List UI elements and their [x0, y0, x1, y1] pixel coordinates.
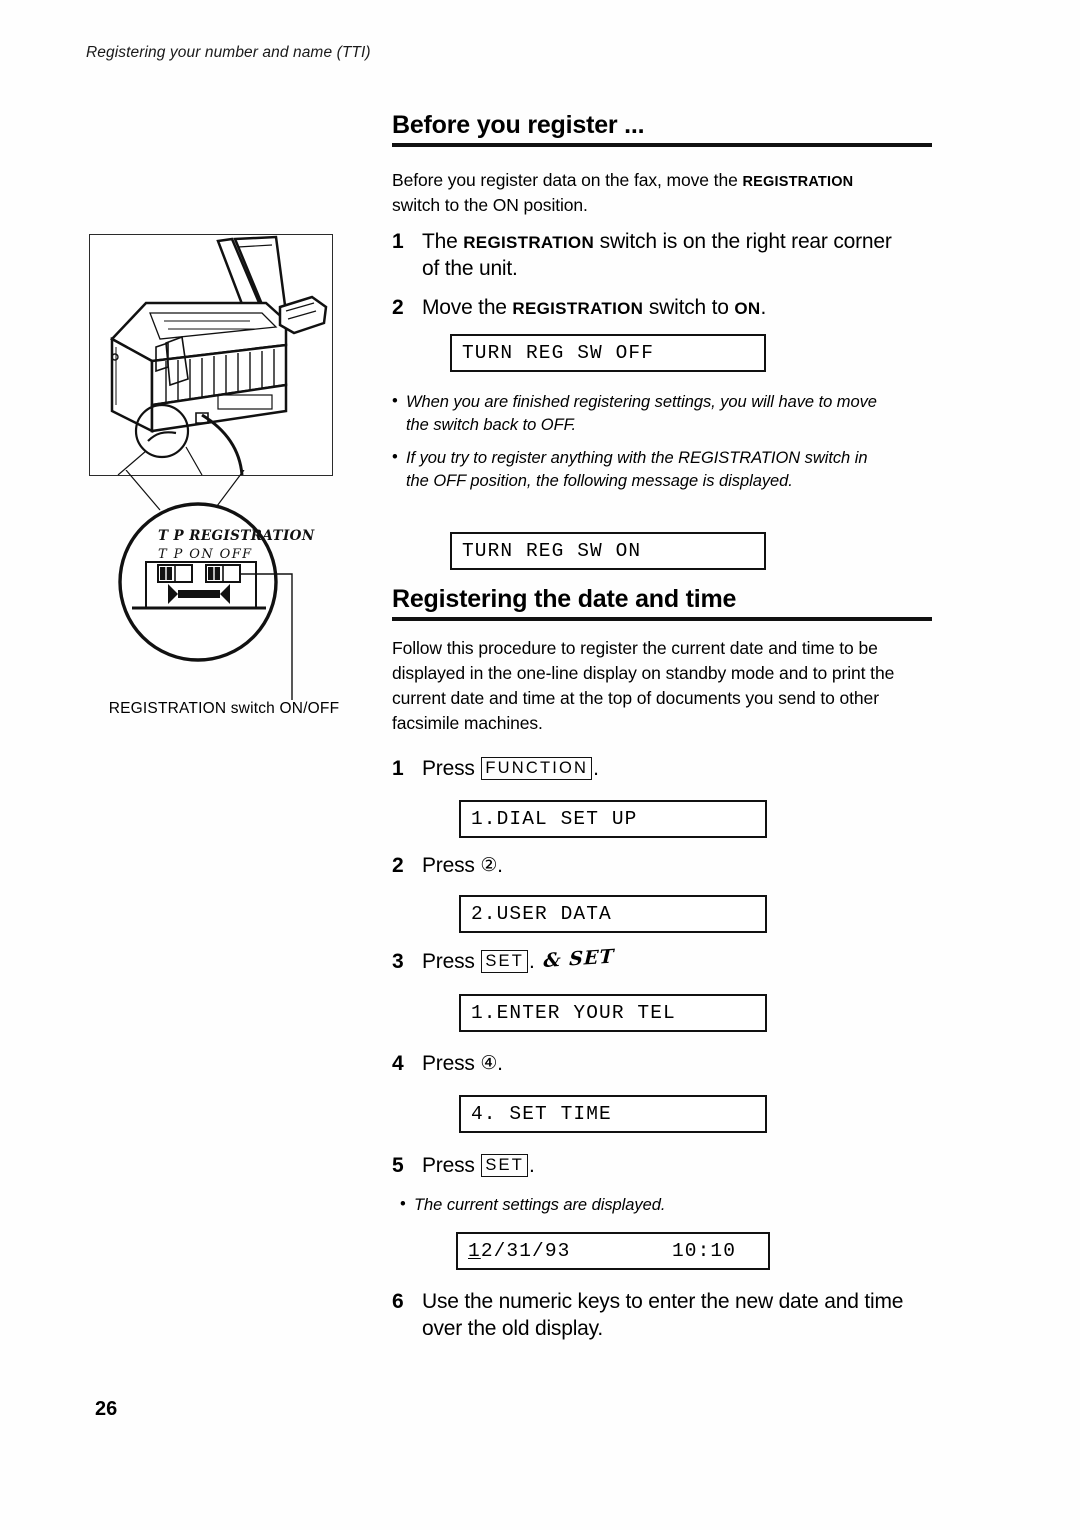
step-2-number: 2: [392, 296, 404, 319]
keycap-numeric-4[interactable]: ④: [480, 1052, 497, 1077]
fax-machine-illustration: [89, 234, 333, 476]
date-step-3-press-label: Press: [422, 950, 475, 973]
section1-intro-before: Before you register data on the fax, mov…: [392, 170, 743, 190]
date-step-5-press-label: Press: [422, 1154, 475, 1177]
section-heading-before-you-register: Before you register ...: [392, 111, 645, 139]
date-step-4-number: 4: [392, 1052, 404, 1075]
lcd-text: 1.DIAL SET UP: [471, 808, 638, 830]
date-step-5-period: .: [529, 1154, 535, 1177]
lcd-display-enter-your-tel: 1.ENTER YOUR TEL: [459, 994, 767, 1032]
lcd-display-set-time: 4. SET TIME: [459, 1095, 767, 1133]
registration-switch-callout: T P REGISTRATION T P ON OFF: [96, 470, 396, 700]
date-step-2-number: 2: [392, 854, 404, 877]
note-current-settings: The current settings are displayed.: [400, 1193, 820, 1217]
date-step-4-period: .: [497, 1052, 503, 1075]
lcd-date-rest: 2/31/93: [480, 1240, 571, 1262]
date-step-5-number: 5: [392, 1154, 404, 1177]
illustration-caption: REGISTRATION switch ON/OFF: [108, 700, 340, 717]
keycap-function[interactable]: FUNCTION: [481, 757, 593, 781]
step-2-smallcaps-on: ON: [734, 299, 761, 318]
section1-intro: Before you register data on the fax, mov…: [392, 168, 892, 218]
date-step-6-number: 6: [392, 1290, 404, 1313]
date-step-3: 3 Press SET. & SET: [392, 945, 902, 975]
date-step-6: 6 Use the numeric keys to enter the new d…: [392, 1288, 922, 1343]
document-page: Registering your number and name (TTI) T…: [0, 0, 1080, 1530]
lcd-text: 2.USER DATA: [471, 903, 612, 925]
lcd-text: 1.ENTER YOUR TEL: [471, 1002, 676, 1024]
step-2-text-mid: switch to: [643, 296, 735, 319]
lcd-display-turn-reg-sw-on: TURN REG SW ON: [450, 532, 766, 570]
step-1-number: 1: [392, 230, 404, 253]
section2-intro: Follow this procedure to register the cu…: [392, 638, 895, 733]
date-step-1: 1 Press FUNCTION.: [392, 755, 902, 782]
step-2-text-after: .: [760, 296, 767, 319]
page-number: 26: [95, 1398, 118, 1420]
step-1-text-before: The: [422, 230, 464, 253]
lcd-text: TURN REG SW OFF: [462, 342, 655, 364]
date-step-1-number: 1: [392, 757, 404, 780]
section1-intro-after: switch to the ON position.: [392, 194, 588, 215]
lcd-date-cursor-digit: 1: [468, 1240, 481, 1262]
keycap-set[interactable]: SET: [481, 1154, 529, 1178]
date-step-3-period: .: [529, 950, 535, 973]
date-step-4: 4 Press ④.: [392, 1050, 902, 1077]
lcd-display-dial-set-up: 1.DIAL SET UP: [459, 800, 767, 838]
lcd-display-user-data: 2.USER DATA: [459, 895, 767, 933]
step-2-text-before: Move the: [422, 296, 513, 319]
date-step-4-press-label: Press: [422, 1052, 475, 1075]
date-step-1-period: .: [593, 757, 599, 780]
callout-label-line1: T P REGISTRATION: [158, 528, 315, 544]
date-step-3-number: 3: [392, 950, 404, 973]
section1-intro-smallcaps: REGISTRATION: [742, 174, 854, 190]
step-1: 1 The REGISTRATION switch is on the right…: [392, 228, 902, 283]
heading-rule: [392, 617, 932, 622]
date-step-2: 2 Press ②.: [392, 852, 902, 879]
note-off-position-message: If you try to register anything with the…: [392, 446, 892, 493]
note-finished-registering: When you are finished registering settin…: [392, 390, 897, 437]
section-heading-registering-date-time: Registering the date and time: [392, 585, 737, 613]
lcd-text: 4. SET TIME: [471, 1103, 612, 1125]
date-step-2-period: .: [497, 854, 503, 877]
step-2-smallcaps: REGISTRATION: [512, 299, 644, 318]
running-head: Registering your number and name (TTI): [86, 44, 371, 61]
keycap-numeric-2[interactable]: ②: [480, 854, 497, 879]
date-step-5: 5 Press SET.: [392, 1152, 902, 1179]
lcd-time: 10:10: [671, 1240, 736, 1262]
date-step-2-press-label: Press: [422, 854, 475, 877]
keycap-set[interactable]: SET: [481, 950, 529, 974]
lcd-display-turn-reg-sw-off: TURN REG SW OFF: [450, 334, 766, 372]
date-step-6-text: Use the numeric keys to enter the new da…: [422, 1290, 904, 1341]
handwritten-annotation: & SET: [542, 945, 615, 972]
lcd-text: TURN REG SW ON: [462, 540, 642, 562]
step-1-smallcaps: REGISTRATION: [463, 233, 595, 252]
step-2: 2 Move the REGISTRATION switch to ON.: [392, 294, 902, 321]
lcd-display-date-time: 12/31/93 10:10: [456, 1232, 770, 1270]
heading-rule: [392, 143, 932, 148]
date-step-1-press-label: Press: [422, 757, 475, 780]
callout-label-line2: T P ON OFF: [158, 547, 253, 562]
lcd-date: 12/31/93: [468, 1240, 570, 1262]
